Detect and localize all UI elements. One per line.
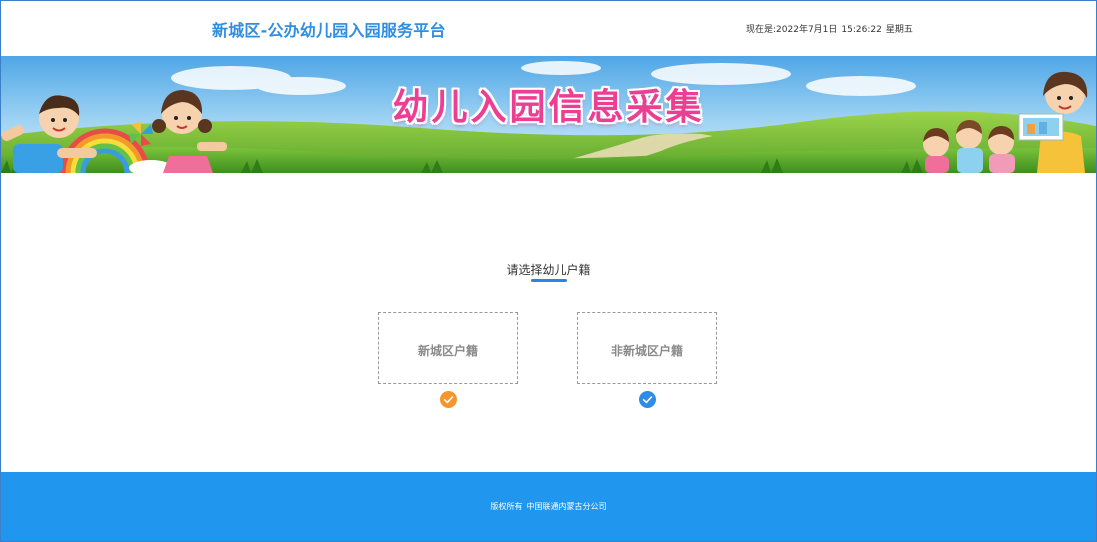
banner: 幼儿入园信息采集: [1, 56, 1096, 173]
check-circle-icon[interactable]: [440, 391, 457, 408]
copyright-text: 版权所有 中国联通内蒙古分公司: [1, 501, 1096, 512]
main-content: 请选择幼儿户籍 新城区户籍 非新城区户籍: [1, 173, 1096, 472]
header: 新城区-公办幼儿园入园服务平台 现在是:2022年7月1日 15:26:22 星期五: [1, 1, 1096, 56]
clock-prefix: 现在是:: [746, 25, 777, 35]
option-local-household-label: 新城区户籍: [417, 344, 478, 358]
prompt-underline: [531, 279, 567, 282]
clock: 现在是:2022年7月1日 15:26:22 星期五: [746, 22, 917, 35]
copyright-label: 版权所有: [490, 502, 523, 511]
clock-weekday: 星期五: [885, 25, 913, 35]
option-local-household[interactable]: 新城区户籍: [378, 312, 518, 384]
page-frame: 新城区-公办幼儿园入园服务平台 现在是:2022年7月1日 15:26:22 星期五: [0, 0, 1097, 542]
option-nonlocal-household-label: 非新城区户籍: [610, 344, 683, 358]
option-nonlocal-household[interactable]: 非新城区户籍: [577, 312, 717, 384]
banner-title: 幼儿入园信息采集: [392, 87, 705, 128]
check-circle-icon[interactable]: [639, 391, 656, 408]
company-name: 中国联通内蒙古分公司: [526, 502, 607, 511]
clock-time: 15:26:22: [841, 25, 882, 35]
select-household-prompt: 请选择幼儿户籍: [506, 263, 591, 277]
footer: 版权所有 中国联通内蒙古分公司: [1, 472, 1096, 541]
clock-date: 2022年7月1日: [776, 25, 838, 35]
site-title: 新城区-公办幼儿园入园服务平台: [212, 21, 446, 40]
